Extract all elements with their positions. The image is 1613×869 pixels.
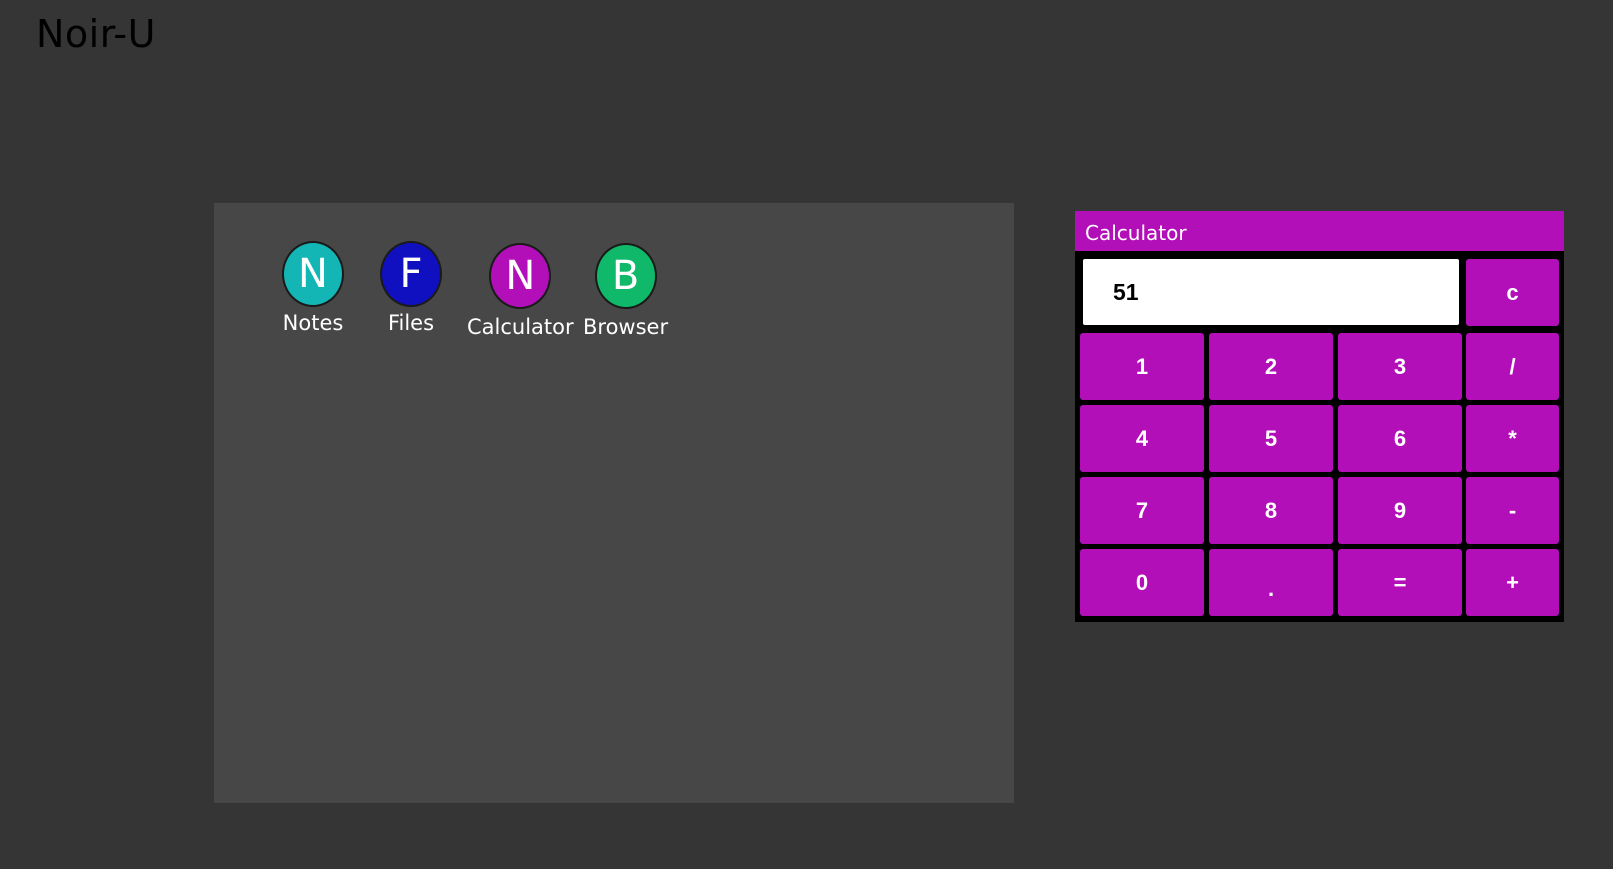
plus-button[interactable]: + xyxy=(1466,549,1559,616)
app-label-files[interactable]: Files xyxy=(388,311,434,335)
key-7-button[interactable]: 7 xyxy=(1080,477,1204,544)
equals-button[interactable]: = xyxy=(1338,549,1462,616)
files-icon[interactable]: F xyxy=(380,241,442,307)
key-0-button[interactable]: 0 xyxy=(1080,549,1204,616)
browser-icon[interactable]: B xyxy=(594,243,657,309)
multiply-button[interactable]: * xyxy=(1466,405,1559,472)
key-2-button[interactable]: 2 xyxy=(1209,333,1333,400)
app-icon-browser[interactable]: B Browser xyxy=(583,243,668,339)
minus-button[interactable]: - xyxy=(1466,477,1559,544)
key-4-button[interactable]: 4 xyxy=(1080,405,1204,472)
app-title: Noir-U xyxy=(36,12,156,56)
key-3-button[interactable]: 3 xyxy=(1338,333,1462,400)
calculator-display: 51 xyxy=(1083,259,1459,325)
key-9-button[interactable]: 9 xyxy=(1338,477,1462,544)
decimal-point-button[interactable]: . xyxy=(1209,549,1333,616)
app-icon-calculator[interactable]: N Calculator xyxy=(467,243,574,339)
key-1-button[interactable]: 1 xyxy=(1080,333,1204,400)
app-icon-notes[interactable]: N Notes xyxy=(282,241,344,335)
divide-button[interactable]: / xyxy=(1466,333,1559,400)
desktop-area[interactable]: N Notes F Files N Calculator B Browser xyxy=(214,203,1014,803)
clear-button[interactable]: c xyxy=(1466,259,1559,326)
key-5-button[interactable]: 5 xyxy=(1209,405,1333,472)
calculator-icon[interactable]: N xyxy=(489,243,552,309)
key-6-button[interactable]: 6 xyxy=(1338,405,1462,472)
notes-icon[interactable]: N xyxy=(282,241,344,307)
app-label-notes[interactable]: Notes xyxy=(283,311,344,335)
calculator-window: Calculator 51 c 1 2 3 / 4 5 6 * 7 8 9 - … xyxy=(1075,211,1564,622)
calculator-title-bar[interactable]: Calculator xyxy=(1075,211,1564,251)
app-label-calculator[interactable]: Calculator xyxy=(467,315,574,339)
app-icon-files[interactable]: F Files xyxy=(380,241,442,335)
key-8-button[interactable]: 8 xyxy=(1209,477,1333,544)
app-label-browser[interactable]: Browser xyxy=(583,315,668,339)
